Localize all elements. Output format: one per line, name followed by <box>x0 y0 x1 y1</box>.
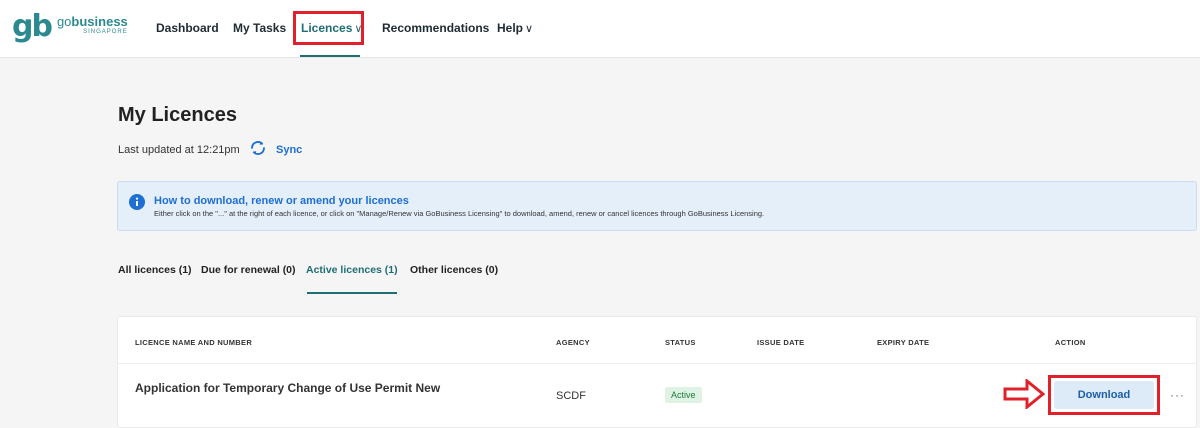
licence-name: Application for Temporary Change of Use … <box>135 381 441 395</box>
more-options-icon[interactable]: ··· <box>1170 388 1185 402</box>
active-nav-indicator <box>300 55 360 57</box>
top-navigation: gb gobusiness SINGAPORE Dashboard My Tas… <box>0 0 1200 58</box>
info-icon <box>129 194 145 210</box>
status-badge: Active <box>665 387 702 403</box>
logo-prefix: go <box>56 14 72 29</box>
nav-label: Dashboard <box>156 21 219 35</box>
nav-recommendations[interactable]: Recommendations <box>382 21 489 35</box>
column-header-expiry-date: EXPIRY DATE <box>877 338 930 347</box>
page-title: My Licences <box>118 104 237 126</box>
last-updated-text: Last updated at 12:21pm <box>118 144 240 156</box>
licences-table <box>117 316 1197 428</box>
column-header-action: ACTION <box>1055 338 1086 347</box>
logo-mark: gb <box>12 9 53 44</box>
nav-label: My Tasks <box>233 21 287 35</box>
column-header-issue-date: ISSUE DATE <box>757 338 805 347</box>
download-button[interactable]: Download <box>1054 381 1154 409</box>
table-row-divider <box>117 363 1197 364</box>
banner-title-link[interactable]: How to download, renew or amend your lic… <box>154 195 409 207</box>
column-header-status: STATUS <box>665 338 696 347</box>
gobusiness-logo[interactable]: gb gobusiness SINGAPORE <box>12 9 128 44</box>
nav-help[interactable]: Help ∨ <box>497 21 533 35</box>
column-header-licence-name: LICENCE NAME AND NUMBER <box>135 338 253 347</box>
sync-link[interactable]: Sync <box>276 144 302 156</box>
nav-dashboard[interactable]: Dashboard <box>156 21 219 35</box>
nav-label: Help <box>497 21 524 35</box>
licence-agency: SCDF <box>556 390 586 402</box>
active-tab-indicator <box>307 292 397 294</box>
info-banner: How to download, renew or amend your lic… <box>117 181 1197 231</box>
nav-my-tasks[interactable]: My Tasks <box>233 21 286 35</box>
tab-other-licences[interactable]: Other licences (0) <box>410 264 498 276</box>
nav-label: Recommendations <box>382 21 490 35</box>
licences-highlight-box <box>293 11 364 45</box>
column-header-agency: AGENCY <box>556 338 590 347</box>
tab-active-licences[interactable]: Active licences (1) <box>306 264 398 276</box>
tab-all-licences[interactable]: All licences (1) <box>118 264 192 276</box>
chevron-down-icon: ∨ <box>525 23 534 35</box>
tab-due-for-renewal[interactable]: Due for renewal (0) <box>201 264 296 276</box>
logo-wordmark: gobusiness SINGAPORE <box>56 14 128 38</box>
sync-icon[interactable] <box>249 139 267 157</box>
banner-description: Either click on the "..." at the right o… <box>154 209 765 218</box>
arrow-right-icon <box>1003 379 1045 409</box>
